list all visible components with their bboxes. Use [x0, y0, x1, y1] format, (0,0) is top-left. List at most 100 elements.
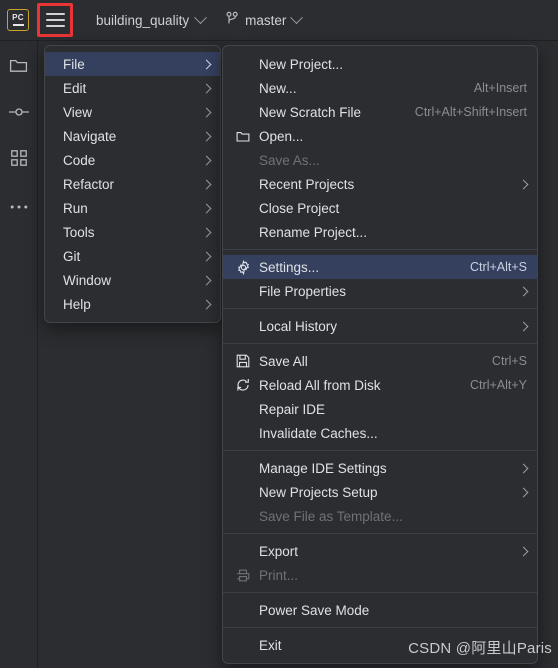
file-menu-item-save-all[interactable]: Save All Ctrl+S: [223, 349, 537, 373]
file-menu-item-export[interactable]: Export: [223, 539, 537, 563]
sidebar-item-more[interactable]: [4, 191, 34, 221]
file-menu-item-file-properties[interactable]: File Properties: [223, 279, 537, 303]
menu-item-label: Window: [63, 272, 112, 288]
menu-item-label: Invalidate Caches...: [259, 425, 378, 441]
project-name-label: building_quality: [96, 12, 190, 28]
file-menu-item-save-file-as-template: Save File as Template...: [223, 504, 537, 528]
menu-item-shortcut: Ctrl+Alt+Y: [470, 378, 527, 392]
menu-item-label: Manage IDE Settings: [259, 460, 387, 476]
save-icon: [235, 353, 251, 369]
menu-separator: [223, 343, 537, 344]
menu-separator: [223, 308, 537, 309]
main-menu-button[interactable]: [37, 3, 73, 37]
refresh-icon: [235, 377, 251, 393]
sidebar-item-commit[interactable]: [4, 99, 34, 129]
chevron-down-icon: [290, 10, 304, 24]
file-menu-item-rename-project[interactable]: Rename Project...: [223, 220, 537, 244]
chevron-right-icon: [201, 299, 212, 309]
menu-item-label: New...: [259, 80, 297, 96]
logo-underline: [12, 24, 24, 26]
chevron-right-icon: [201, 107, 212, 117]
file-menu-item-new[interactable]: New... Alt+Insert: [223, 76, 537, 100]
menu-item-label: Help: [63, 296, 91, 312]
main-toolbar: PC building_quality master: [0, 0, 558, 41]
file-menu-item-settings[interactable]: Settings... Ctrl+Alt+S: [223, 255, 537, 279]
menu-item-label: Recent Projects: [259, 176, 355, 192]
file-menu-item-repair-ide[interactable]: Repair IDE: [223, 397, 537, 421]
menu-item-label: Reload All from Disk: [259, 377, 381, 393]
print-icon: [235, 567, 251, 583]
git-branch-icon: [225, 11, 239, 29]
menu-item-label: Repair IDE: [259, 401, 326, 417]
logo-text: PC: [12, 13, 24, 23]
menu-item-label: Close Project: [259, 200, 340, 216]
hamburger-line: [45, 25, 65, 27]
menu-item-label: File Properties: [259, 283, 347, 299]
menu-item-label: Open...: [259, 128, 304, 144]
menu-item-label: New Projects Setup: [259, 484, 378, 500]
main-menu-item-view[interactable]: View: [45, 100, 220, 124]
file-menu-item-close-project[interactable]: Close Project: [223, 196, 537, 220]
main-menu-popup: File Edit View Navigate Code Refactor Run Tools…: [44, 45, 221, 323]
chevron-right-icon: [518, 321, 529, 331]
chevron-right-icon: [201, 179, 212, 189]
menu-separator: [223, 627, 537, 628]
sidebar-item-structure[interactable]: [4, 145, 34, 175]
file-menu-item-invalidate-caches[interactable]: Invalidate Caches...: [223, 421, 537, 445]
main-menu-item-run[interactable]: Run: [45, 196, 220, 220]
main-menu-item-tools[interactable]: Tools: [45, 220, 220, 244]
main-menu-item-git[interactable]: Git: [45, 244, 220, 268]
main-menu-item-file[interactable]: File: [45, 52, 220, 76]
menu-separator: [223, 450, 537, 451]
menu-item-label: Settings...: [259, 259, 320, 275]
menu-item-label: Code: [63, 152, 96, 168]
menu-item-label: Run: [63, 200, 88, 216]
chevron-right-icon: [518, 487, 529, 497]
menu-separator: [223, 249, 537, 250]
commit-icon: [8, 105, 30, 124]
main-menu-item-refactor[interactable]: Refactor: [45, 172, 220, 196]
menu-item-label: Tools: [63, 224, 95, 240]
branch-name-label: master: [245, 12, 287, 28]
menu-item-label: Local History: [259, 318, 338, 334]
chevron-right-icon: [201, 275, 212, 285]
file-menu-item-power-save-mode[interactable]: Power Save Mode: [223, 598, 537, 622]
menu-separator: [223, 592, 537, 593]
file-menu-popup: New Project... New... Alt+Insert New Scratc…: [222, 45, 538, 664]
file-menu-item-local-history[interactable]: Local History: [223, 314, 537, 338]
tool-window-rail: [0, 41, 38, 668]
main-menu-item-navigate[interactable]: Navigate: [45, 124, 220, 148]
menu-separator: [223, 533, 537, 534]
main-menu-item-window[interactable]: Window: [45, 268, 220, 292]
file-menu-item-manage-ide-settings[interactable]: Manage IDE Settings: [223, 456, 537, 480]
file-menu-item-print: Print...: [223, 563, 537, 587]
chevron-right-icon: [201, 131, 212, 141]
project-selector[interactable]: building_quality: [96, 10, 207, 28]
file-menu-item-new-project[interactable]: New Project...: [223, 52, 537, 76]
main-menu-item-help[interactable]: Help: [45, 292, 220, 316]
menu-item-label: Save As...: [259, 152, 320, 168]
file-menu-item-new-projects-setup[interactable]: New Projects Setup: [223, 480, 537, 504]
sidebar-item-project[interactable]: [4, 53, 34, 83]
chevron-right-icon: [518, 286, 529, 296]
menu-item-shortcut: Ctrl+S: [491, 354, 527, 368]
file-menu-item-open[interactable]: Open...: [223, 124, 537, 148]
file-menu-item-new-scratch-file[interactable]: New Scratch File Ctrl+Alt+Shift+Insert: [223, 100, 537, 124]
file-menu-item-save-as: Save As...: [223, 148, 537, 172]
menu-item-label: File: [63, 56, 85, 72]
more-icon: [10, 197, 28, 215]
main-menu-item-code[interactable]: Code: [45, 148, 220, 172]
menu-item-label: View: [63, 104, 93, 120]
menu-item-label: Save All: [259, 353, 308, 369]
menu-item-label: Rename Project...: [259, 224, 368, 240]
file-menu-item-reload-all-from-disk[interactable]: Reload All from Disk Ctrl+Alt+Y: [223, 373, 537, 397]
menu-item-shortcut: Alt+Insert: [473, 81, 527, 95]
main-menu-item-edit[interactable]: Edit: [45, 76, 220, 100]
file-menu-item-recent-projects[interactable]: Recent Projects: [223, 172, 537, 196]
branch-selector[interactable]: master: [225, 10, 304, 29]
ide-window: PC building_quality master File Edit Vie…: [0, 0, 558, 668]
menu-item-label: New Scratch File: [259, 104, 362, 120]
chevron-right-icon: [201, 59, 212, 69]
menu-item-label: Print...: [259, 567, 299, 583]
chevron-right-icon: [201, 251, 212, 261]
